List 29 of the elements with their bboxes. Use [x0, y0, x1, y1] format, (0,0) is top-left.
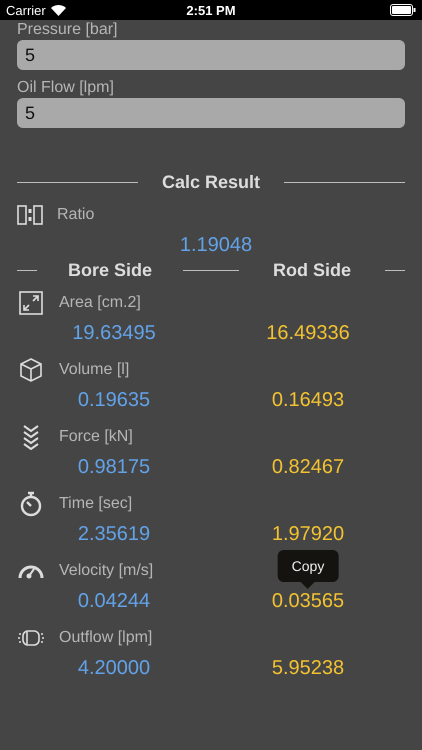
column-heading: Bore Side — [66, 260, 154, 281]
metric-label: Ratio — [57, 204, 94, 224]
metric-label: Volume [l] — [59, 360, 130, 380]
carrier-label: Carrier — [6, 2, 46, 18]
bore-value: 19.63495 — [72, 321, 156, 346]
field-label: Oil Flow [lpm] — [17, 78, 115, 98]
metric-label: Velocity [m/s] — [59, 560, 154, 580]
ratio-value: 1.19048 — [180, 233, 252, 258]
metric-label: Area [cm.2] — [59, 292, 141, 312]
rod-value: 0.03565 — [272, 589, 344, 614]
rod-value: 5.95238 — [272, 656, 344, 681]
section-title: Calc Result — [162, 172, 260, 193]
bore-value: 0.04244 — [78, 589, 150, 614]
bore-value: 2.35619 — [78, 522, 150, 547]
metric-label: Outflow [lpm] — [59, 628, 152, 648]
rod-value: 16.49336 — [266, 321, 350, 346]
input-field[interactable]: 5 — [17, 98, 405, 128]
column-heading: Rod Side — [272, 260, 352, 281]
rod-value: 1.97920 — [272, 522, 344, 547]
rod-value: 0.82467 — [272, 455, 344, 480]
bore-value: 0.19635 — [78, 388, 150, 413]
bore-value: 0.98175 — [78, 455, 150, 480]
input-field[interactable]: 5 — [17, 40, 405, 70]
metric-label: Time [sec] — [59, 494, 132, 514]
bore-value: 4.20000 — [78, 656, 150, 681]
metric-label: Force [kN] — [59, 426, 133, 446]
rod-value: 0.16493 — [272, 388, 344, 413]
field-label: Pressure [bar] — [17, 20, 118, 40]
clock: 2:51 PM — [186, 2, 236, 18]
